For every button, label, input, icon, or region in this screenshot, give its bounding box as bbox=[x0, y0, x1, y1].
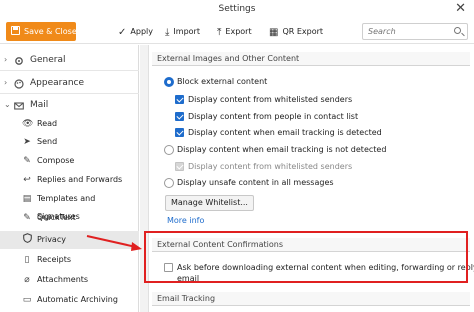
highlight-box bbox=[144, 231, 468, 283]
qr-export-label: QR Export bbox=[282, 27, 324, 36]
red-arrow-icon bbox=[86, 235, 142, 251]
save-close-button[interactable]: Save & Close bbox=[6, 22, 77, 41]
quicktext-icon: ✎ bbox=[23, 213, 31, 223]
contact-list-label: Display content from people in contact l… bbox=[188, 112, 359, 121]
sidebar-item-label: Privacy bbox=[37, 235, 66, 244]
save-close-label: Save & Close bbox=[24, 27, 77, 36]
window-title: Settings bbox=[218, 4, 256, 14]
sidebar-item-attachments[interactable]: ⌀ Attachments bbox=[0, 271, 139, 289]
import-label: Import bbox=[173, 27, 200, 36]
sidebar-item-archiving[interactable]: ▭ Automatic Archiving bbox=[0, 291, 139, 309]
chevron-right-icon: › bbox=[4, 78, 8, 87]
whitelisted-disabled-label: Display content from whitelisted senders bbox=[188, 162, 353, 171]
search-input[interactable] bbox=[368, 24, 448, 39]
chevron-right-icon: › bbox=[4, 55, 8, 64]
check-icon: ✓ bbox=[118, 27, 127, 38]
template-icon: ▤ bbox=[22, 194, 32, 204]
divider bbox=[0, 93, 139, 94]
close-icon[interactable]: ✕ bbox=[455, 2, 466, 16]
sidebar-item-label: QuickText bbox=[37, 213, 76, 222]
export-button[interactable]: ⤒ Export bbox=[217, 24, 252, 40]
reply-icon: ↩ bbox=[23, 175, 31, 185]
more-info-link[interactable]: More info bbox=[167, 216, 204, 225]
toolbar: Save & Close ✓ Apply ⤓ Import ⤒ Export ▦ QR … bbox=[0, 20, 474, 44]
chevron-down-icon: ⌄ bbox=[4, 100, 11, 109]
archive-icon: ▭ bbox=[22, 295, 32, 305]
unsafe-content-radio[interactable] bbox=[164, 178, 174, 188]
sidebar-section-appearance[interactable]: › Appearance bbox=[0, 74, 139, 92]
palette-icon bbox=[14, 78, 24, 89]
sidebar-item-send[interactable]: ➤ Send bbox=[0, 133, 139, 151]
save-icon bbox=[11, 26, 20, 35]
sidebar-item-label: Send bbox=[37, 137, 58, 146]
export-label: Export bbox=[225, 27, 252, 36]
receipt-icon: ▯ bbox=[24, 255, 30, 265]
tracking-not-detected-label: Display content when email tracking is n… bbox=[177, 145, 387, 154]
sidebar-item-label: Receipts bbox=[37, 255, 72, 264]
tracking-detected-label: Display content when email tracking is d… bbox=[188, 128, 382, 137]
import-button[interactable]: ⤓ Import bbox=[165, 24, 200, 40]
block-external-label: Block external content bbox=[177, 77, 268, 86]
whitelisted-disabled-checkbox bbox=[175, 162, 184, 171]
block-external-radio[interactable] bbox=[164, 77, 174, 87]
apply-button[interactable]: ✓ Apply bbox=[118, 24, 153, 40]
divider bbox=[0, 70, 139, 71]
sidebar-item-read[interactable]: 👁︎ Read bbox=[0, 115, 139, 133]
sidebar-item-quicktext[interactable]: ✎ QuickText bbox=[0, 209, 139, 227]
title-bar: Settings ✕ bbox=[0, 0, 474, 20]
sidebar-section-label: Appearance bbox=[30, 78, 85, 88]
envelope-icon bbox=[14, 100, 24, 110]
tracking-detected-checkbox[interactable] bbox=[175, 128, 184, 137]
shield-icon bbox=[22, 231, 32, 249]
sidebar: › General › Appearance ⌄ Mail 👁︎ Read ➤ … bbox=[0, 45, 139, 312]
paperclip-icon: ⌀ bbox=[24, 275, 30, 285]
search-icon bbox=[454, 27, 461, 34]
whitelisted-label: Display content from whitelisted senders bbox=[188, 95, 353, 104]
manage-whitelist-button[interactable]: Manage Whitelist... bbox=[165, 195, 254, 211]
eye-icon: 👁︎ bbox=[22, 119, 34, 129]
import-icon: ⤓ bbox=[165, 27, 170, 38]
sidebar-section-mail[interactable]: ⌄ Mail bbox=[0, 96, 139, 114]
apply-label: Apply bbox=[130, 27, 153, 36]
section-heading-email-tracking: Email Tracking bbox=[152, 292, 470, 306]
gear-icon bbox=[14, 55, 24, 65]
sidebar-item-label: Replies and Forwards bbox=[37, 175, 123, 184]
sidebar-item-templates[interactable]: ▤ Templates and Signatures bbox=[0, 190, 139, 221]
pencil-icon: ✎ bbox=[23, 156, 31, 166]
sidebar-item-label: Read bbox=[37, 119, 58, 128]
unsafe-content-label: Display unsafe content in all messages bbox=[177, 178, 334, 187]
search-box[interactable] bbox=[362, 23, 468, 40]
settings-window: Settings ✕ Save & Close ✓ Apply ⤓ Import ⤒… bbox=[0, 0, 474, 312]
sidebar-section-general[interactable]: › General bbox=[0, 51, 139, 69]
sidebar-item-label: Automatic Archiving bbox=[37, 295, 118, 304]
section-heading-external-images: External Images and Other Content bbox=[152, 52, 470, 66]
export-icon: ⤒ bbox=[217, 27, 222, 38]
sidebar-item-replies-forwards[interactable]: ↩ Replies and Forwards bbox=[0, 171, 139, 189]
sidebar-section-label: Mail bbox=[30, 100, 49, 110]
qr-code-icon: ▦ bbox=[269, 27, 279, 38]
qr-export-button[interactable]: ▦ QR Export bbox=[269, 24, 323, 40]
sidebar-item-label: Attachments bbox=[37, 275, 89, 284]
tracking-not-detected-radio[interactable] bbox=[164, 145, 174, 155]
contact-list-checkbox[interactable] bbox=[175, 112, 184, 121]
paper-plane-icon: ➤ bbox=[23, 137, 31, 147]
sidebar-item-label: Compose bbox=[37, 156, 75, 165]
sidebar-item-compose[interactable]: ✎ Compose bbox=[0, 152, 139, 170]
whitelisted-checkbox[interactable] bbox=[175, 95, 184, 104]
sidebar-section-label: General bbox=[30, 55, 66, 65]
